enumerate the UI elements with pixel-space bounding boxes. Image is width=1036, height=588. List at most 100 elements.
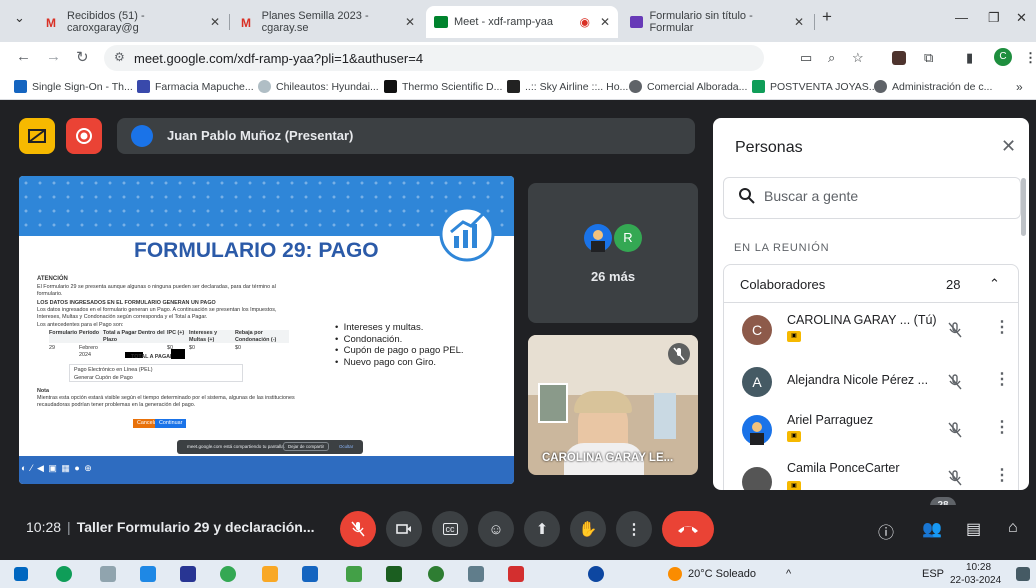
notifications-icon[interactable]: [1016, 567, 1030, 581]
close-tab-icon[interactable]: ✕: [794, 15, 804, 29]
acrobat-icon[interactable]: [508, 566, 524, 582]
raise-hand-button[interactable]: ✋: [570, 511, 606, 547]
calculator-icon[interactable]: [468, 566, 484, 582]
bookmark-label: ..:: Sky Airline ::.. Ho...: [525, 80, 629, 93]
captions-icon: cc: [442, 523, 458, 535]
menu-kebab-icon[interactable]: ⋮: [1024, 50, 1036, 66]
participant-row[interactable]: Camila PonceCarter ▣ ⋮: [724, 453, 1018, 490]
side-panel-icon[interactable]: ▮: [966, 50, 973, 66]
more-options-button[interactable]: ⋮: [616, 511, 652, 547]
new-tab-icon[interactable]: +: [822, 7, 832, 27]
windows-start-icon[interactable]: [14, 567, 28, 581]
back-icon[interactable]: ←: [16, 48, 31, 65]
muted-mic-icon[interactable]: [946, 321, 964, 339]
app-icon[interactable]: [346, 566, 362, 582]
clock-time[interactable]: 10:28: [966, 562, 991, 573]
self-video-tile[interactable]: CAROLINA GARAY LE...: [528, 335, 698, 475]
forward-icon[interactable]: →: [46, 48, 61, 65]
tab-meet[interactable]: Meet - xdf-ramp-yaa ◉ ✕: [426, 6, 618, 38]
extension-icon[interactable]: [892, 51, 906, 65]
profile-avatar[interactable]: C: [994, 48, 1012, 66]
muted-mic-icon[interactable]: [946, 421, 964, 439]
close-tab-icon[interactable]: ✕: [405, 15, 415, 29]
chart-logo-icon: [439, 206, 495, 262]
participant-row[interactable]: Ariel Parraguez ▣ ⋮: [724, 405, 1018, 455]
gmail-icon: M: [46, 16, 56, 30]
excel-icon[interactable]: [386, 566, 402, 582]
co-host-badge-icon: ▣: [787, 331, 801, 342]
activities-icon[interactable]: ⌂: [1008, 519, 1018, 537]
close-tab-icon[interactable]: ✕: [210, 15, 220, 29]
bookmark-item[interactable]: Comercial Alborada...: [629, 80, 747, 93]
collaborators-header[interactable]: Colaboradores 28 ⌃: [724, 265, 1018, 303]
bookmark-item[interactable]: Administración de c...: [874, 80, 992, 93]
tab-search-icon[interactable]: ⌄: [14, 10, 25, 26]
clock-date[interactable]: 22-03-2024: [950, 575, 1001, 586]
leave-call-button[interactable]: [662, 511, 714, 547]
captions-button[interactable]: cc: [432, 511, 468, 547]
close-panel-icon[interactable]: ✕: [1001, 136, 1016, 157]
more-participants-tile[interactable]: R 26 más: [528, 183, 698, 323]
people-icon[interactable]: 👥: [922, 519, 942, 539]
tab-planes-semilla[interactable]: M Planes Semilla 2023 - cgaray.se ✕: [233, 6, 423, 38]
activity-icon[interactable]: [19, 118, 55, 154]
cast-icon[interactable]: ▭: [800, 50, 812, 66]
reload-icon[interactable]: ↻: [76, 48, 89, 66]
outlook-icon[interactable]: [140, 566, 156, 582]
participant-row[interactable]: C CAROLINA GARAY ... (Tú) ▣ ⋮: [724, 305, 1018, 355]
app-icon[interactable]: [588, 566, 604, 582]
table-cell: $0: [235, 345, 241, 351]
muted-mic-icon[interactable]: [946, 373, 964, 391]
bookmark-item[interactable]: Single Sign-On - Th...: [14, 80, 133, 93]
bookmark-item[interactable]: Chileautos: Hyundai...: [258, 80, 379, 93]
bookmark-item[interactable]: ..:: Sky Airline ::.. Ho...: [507, 80, 628, 93]
tray-chevron-icon[interactable]: ^: [786, 568, 791, 580]
address-bar[interactable]: ⚙ meet.google.com/xdf-ramp-yaa?pli=1&aut…: [104, 45, 764, 71]
participant-menu-icon[interactable]: ⋮: [994, 465, 1010, 485]
participant-name: CAROLINA GARAY ... (Tú): [787, 313, 937, 327]
app-icon[interactable]: [180, 566, 196, 582]
more-bookmarks-icon[interactable]: »: [1016, 80, 1023, 94]
muted-mic-icon[interactable]: [946, 469, 964, 487]
chevron-up-icon[interactable]: ⌃: [989, 276, 1000, 292]
restore-icon[interactable]: ❐: [988, 10, 1000, 26]
panel-scrollbar[interactable]: [1021, 178, 1026, 236]
participant-avatar: [742, 467, 772, 490]
people-search[interactable]: [723, 177, 1021, 219]
camera-toggle-button[interactable]: [386, 511, 422, 547]
edge-icon[interactable]: [56, 566, 72, 582]
site-info-icon[interactable]: ⚙: [114, 50, 125, 64]
bookmark-star-icon[interactable]: ☆: [852, 50, 864, 66]
meeting-details-icon[interactable]: ⓘ: [878, 519, 894, 543]
participant-row[interactable]: A Alejandra Nicole Pérez ... ⋮: [724, 357, 1018, 407]
reactions-button[interactable]: ☺: [478, 511, 514, 547]
extensions-puzzle-icon[interactable]: ⧉: [924, 50, 933, 66]
minimize-icon[interactable]: —: [955, 10, 968, 25]
participant-menu-icon[interactable]: ⋮: [994, 369, 1010, 389]
tab-title: Meet - xdf-ramp-yaa: [454, 16, 554, 28]
close-window-icon[interactable]: ✕: [1016, 10, 1027, 26]
chat-icon[interactable]: ▤: [966, 519, 981, 539]
weather-text[interactable]: 20°C Soleado: [688, 568, 756, 580]
bookmark-item[interactable]: Farmacia Mapuche...: [137, 80, 254, 93]
search-input[interactable]: [764, 188, 1004, 204]
explorer-icon[interactable]: [100, 566, 116, 582]
recording-indicator-icon[interactable]: [66, 118, 102, 154]
tab-forms[interactable]: Formulario sin título - Formular ✕: [622, 6, 812, 38]
bookmark-item[interactable]: POSTVENTA JOYAS...: [752, 80, 878, 93]
app-icon[interactable]: [302, 566, 318, 582]
bookmark-item[interactable]: Thermo Scientific D...: [384, 80, 502, 93]
tab-divider: [814, 14, 815, 30]
present-button[interactable]: ⬆: [524, 511, 560, 547]
microphone-toggle-button[interactable]: [340, 511, 376, 547]
zoom-icon[interactable]: ⌕: [828, 50, 835, 66]
participant-menu-icon[interactable]: ⋮: [994, 317, 1010, 337]
whatsapp-icon[interactable]: [428, 566, 444, 582]
language-indicator[interactable]: ESP: [922, 568, 944, 580]
bullet-item: • Cupón de pago o pago PEL.: [335, 345, 464, 357]
folder-icon[interactable]: [262, 566, 278, 582]
chrome-icon[interactable]: [220, 566, 236, 582]
close-tab-icon[interactable]: ✕: [600, 15, 610, 29]
participant-menu-icon[interactable]: ⋮: [994, 417, 1010, 437]
tab-gmail[interactable]: M Recibidos (51) - caroxgaray@g ✕: [38, 6, 228, 38]
